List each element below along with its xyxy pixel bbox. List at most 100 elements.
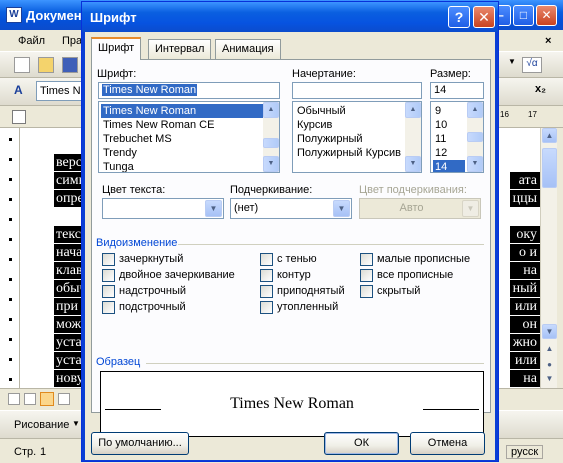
chevron-down-icon[interactable]: ▼	[205, 200, 222, 217]
font-list-item[interactable]: Trebuchet MS	[101, 132, 172, 146]
ruler-mark-17: 17	[528, 110, 537, 119]
chevron-down-icon: ▼	[462, 200, 479, 217]
font-listbox[interactable]: Times New Roman Times New Roman CE Trebu…	[98, 101, 280, 173]
tab-animation[interactable]: Анимация	[215, 39, 281, 59]
font-tab-panel: Шрифт: Times New Roman Times New Roman T…	[91, 59, 491, 437]
status-page-number: 1	[40, 446, 47, 458]
doc-line: или	[510, 352, 540, 369]
preview-divider	[146, 363, 484, 364]
style-list-scrollbar[interactable]: ▲ ▼	[405, 102, 421, 172]
preview-text: Times New Roman	[230, 395, 354, 412]
doc-line: ата	[510, 172, 540, 189]
maximize-icon[interactable]: □	[513, 5, 534, 26]
effects-group-title: Видоизменение	[96, 237, 178, 249]
ok-button[interactable]: ОК	[324, 432, 399, 455]
scroll-up-icon[interactable]: ▲	[405, 102, 421, 118]
size-list-scrollbar[interactable]: ▲ ▼	[467, 102, 483, 172]
style-listbox[interactable]: Обычный Курсив Полужирный Полужирный Кур…	[292, 101, 422, 173]
doc-line: или	[510, 298, 540, 315]
size-list-item[interactable]: 10	[433, 118, 447, 132]
word-title-text: Докумен	[26, 8, 82, 23]
browse-object-icon[interactable]: ●	[542, 358, 557, 373]
scroll-down-icon[interactable]: ▼	[405, 156, 421, 172]
vertical-ruler	[0, 128, 20, 388]
word-app-icon: W	[6, 7, 22, 23]
size-list-item[interactable]: 9	[433, 104, 441, 118]
font-name-input[interactable]: Times New Roman	[98, 82, 280, 99]
close-icon[interactable]: ✕	[473, 6, 495, 28]
size-label: Размер:	[430, 68, 471, 80]
scroll-thumb[interactable]	[467, 132, 483, 142]
open-folder-icon[interactable]	[38, 57, 54, 73]
prev-page-icon[interactable]: ▲	[542, 342, 557, 357]
size-listbox[interactable]: 9 10 11 12 14 ▲ ▼	[430, 101, 484, 173]
doc-line: на	[510, 262, 540, 279]
doc-line: на	[510, 370, 540, 387]
preview-group-title: Образец	[96, 356, 141, 368]
font-list-item[interactable]: Tunga	[101, 160, 134, 172]
tab-selector-icon[interactable]	[12, 110, 26, 124]
scroll-up-icon[interactable]: ▲	[263, 102, 279, 118]
effects-divider	[178, 244, 484, 245]
scroll-down-icon[interactable]: ▼	[263, 156, 279, 172]
doc-line: оку	[510, 226, 540, 243]
tab-spacing[interactable]: Интервал	[148, 39, 212, 59]
cancel-button[interactable]: Отмена	[410, 432, 485, 455]
preview-box: Times New Roman	[100, 371, 484, 437]
font-list-item[interactable]: Times New Roman CE	[101, 118, 214, 132]
ruler-mark-16: 16	[500, 110, 509, 119]
font-dialog: Шрифт ? ✕ Шрифт Интервал Анимация Шрифт:…	[81, 1, 499, 462]
style-list-item[interactable]: Обычный	[295, 104, 346, 118]
print-view-icon[interactable]	[40, 392, 54, 406]
font-label: Шрифт:	[97, 68, 137, 80]
font-name-value: Times New Roman	[102, 84, 198, 96]
scroll-up-icon[interactable]: ▲	[542, 128, 557, 143]
underline-combo[interactable]: (нет) ▼	[230, 198, 352, 219]
doc-line: ный	[510, 280, 540, 297]
styles-icon[interactable]: A	[14, 83, 30, 99]
scroll-down-icon[interactable]: ▼	[542, 324, 557, 339]
drawing-dropdown-icon[interactable]: ▼	[72, 419, 80, 428]
web-view-icon[interactable]	[24, 393, 36, 405]
outline-view-icon[interactable]	[58, 393, 70, 405]
help-icon[interactable]: ?	[448, 6, 470, 28]
save-icon[interactable]	[62, 57, 78, 73]
size-input[interactable]: 14	[430, 82, 484, 99]
style-list-item[interactable]: Полужирный	[295, 132, 363, 146]
scroll-thumb[interactable]	[542, 148, 557, 188]
status-page-label: Стр.	[14, 446, 37, 458]
underline-value: (нет)	[234, 202, 259, 214]
new-doc-icon[interactable]	[14, 57, 30, 73]
subscript-icon[interactable]: x₂	[535, 83, 551, 99]
scroll-up-icon[interactable]: ▲	[467, 102, 483, 118]
doc-line: ццы	[510, 190, 540, 207]
font-list-item[interactable]: Times New Roman	[101, 104, 263, 118]
tab-font[interactable]: Шрифт	[91, 37, 142, 60]
menu-close-doc-icon[interactable]: ×	[545, 35, 551, 47]
next-page-icon[interactable]: ▼	[542, 372, 557, 387]
scroll-thumb[interactable]	[263, 138, 279, 148]
font-list-item[interactable]: Trendy	[101, 146, 137, 160]
word-close-icon[interactable]: ✕	[536, 5, 557, 26]
style-input[interactable]	[292, 82, 422, 99]
default-button[interactable]: По умолчанию...	[91, 432, 189, 455]
size-list-item[interactable]: 12	[433, 146, 447, 160]
equation-icon[interactable]: √α	[522, 57, 542, 73]
normal-view-icon[interactable]	[8, 393, 20, 405]
size-list-item[interactable]: 11	[433, 132, 446, 146]
underline-color-value: Авто	[399, 202, 424, 214]
style-list-item[interactable]: Курсив	[295, 118, 332, 132]
dialog-body: Шрифт Интервал Анимация Шрифт: Times New…	[85, 32, 495, 460]
text-color-combo[interactable]: ▼	[102, 198, 224, 219]
scroll-down-icon[interactable]: ▼	[467, 156, 483, 172]
menu-file[interactable]: Файл	[18, 35, 45, 47]
font-list-scrollbar[interactable]: ▲ ▼	[263, 102, 279, 172]
style-list-item[interactable]: Полужирный Курсив	[295, 146, 401, 160]
drawing-menu[interactable]: Рисование	[14, 419, 69, 431]
word-vertical-scrollbar[interactable]: ▲ ▼ ▲ ● ▼	[540, 128, 557, 388]
toolbar-dropdown-icon[interactable]: ▼	[508, 57, 518, 73]
underline-label: Подчеркивание:	[230, 184, 313, 196]
size-list-item[interactable]: 14	[433, 160, 465, 172]
dialog-title-bar: Шрифт ? ✕	[82, 2, 498, 32]
chevron-down-icon[interactable]: ▼	[333, 200, 350, 217]
